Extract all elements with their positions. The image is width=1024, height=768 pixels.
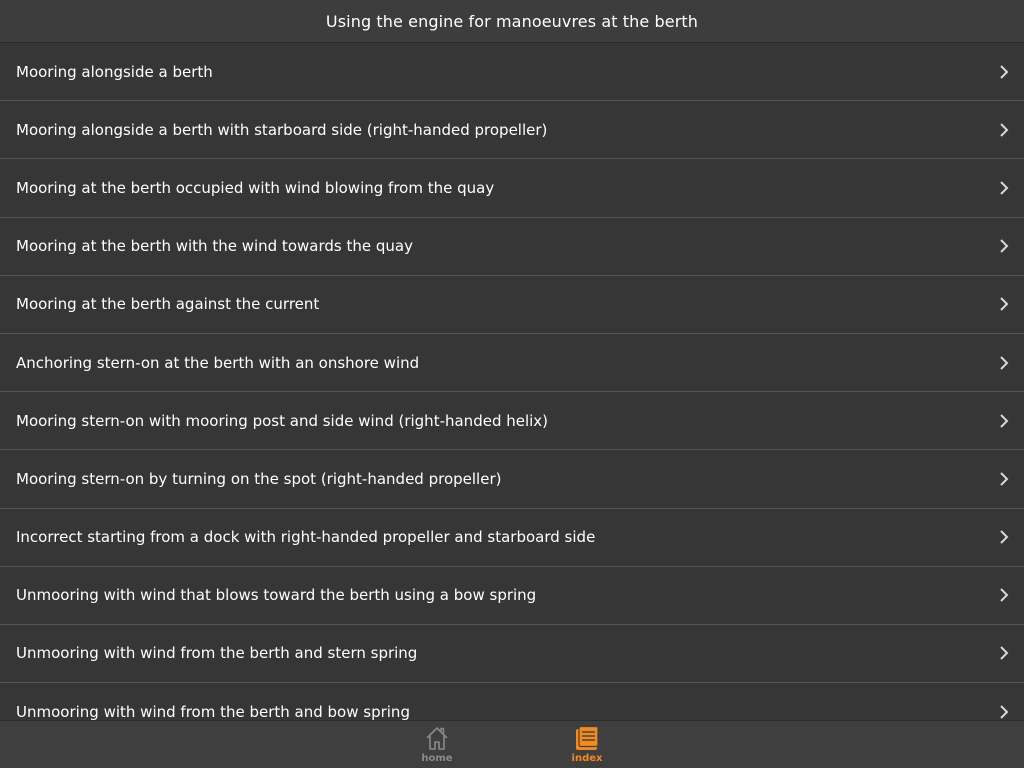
navigation-header: Using the engine for manoeuvres at the b… [0,0,1024,43]
list-item[interactable]: Anchoring stern-on at the berth with an … [0,333,1024,393]
chevron-right-icon [1000,414,1009,428]
chevron-right-icon [1000,64,1009,79]
list-item-label: Anchoring stern-on at the berth with an … [16,353,420,372]
tab-home-label: home [421,753,453,764]
topic-list[interactable]: Mooring alongside a berth Mooring alongs… [0,43,1024,720]
list-item[interactable]: Unmooring with wind from the berth and s… [0,624,1024,684]
chevron-right-icon [1000,588,1009,602]
chevron-right-icon [1000,181,1009,195]
list-item-label: Mooring at the berth against the current [16,295,320,314]
list-item[interactable]: Mooring stern-on by turning on the spot … [0,450,1024,509]
tab-bar: home index [0,720,1024,768]
list-item[interactable]: Incorrect starting from a dock with righ… [0,508,1024,567]
chevron-right-icon [1000,530,1009,544]
list-item-label: Mooring stern-on with mooring post and s… [16,411,549,430]
tab-index-label: index [571,753,603,764]
chevron-right-icon [1000,472,1009,486]
list-item-label: Mooring at the berth with the wind towar… [16,237,413,256]
list-item-label: Mooring alongside a berth [16,62,213,81]
chevron-right-icon [1000,123,1009,137]
app-window: Using the engine for manoeuvres at the b… [0,0,1024,768]
list-item[interactable]: Unmooring with wind that blows toward th… [0,566,1024,625]
list-item-label: Mooring at the berth occupied with wind … [16,178,495,197]
chevron-right-icon [1000,355,1009,370]
list-item-label: Unmooring with wind that blows toward th… [16,586,537,605]
chevron-right-icon [1000,704,1009,719]
list-item-label: Unmooring with wind from the berth and s… [16,644,418,663]
list-item-label: Unmooring with wind from the berth and b… [16,702,410,720]
list-item[interactable]: Mooring alongside a berth with starboard… [0,101,1024,160]
list-item-label: Incorrect starting from a dock with righ… [16,528,596,547]
list-item[interactable]: Mooring at the berth occupied with wind … [0,159,1024,218]
tab-home[interactable]: home [397,721,477,768]
tab-index[interactable]: index [547,721,627,768]
chevron-right-icon [1000,297,1009,312]
index-icon [576,725,599,750]
home-icon [426,727,448,750]
list-item[interactable]: Mooring at the berth against the current [0,275,1024,334]
chevron-right-icon [1000,646,1009,661]
list-item-label: Mooring alongside a berth with starboard… [16,120,548,139]
chevron-right-icon [1000,239,1009,253]
list-item[interactable]: Mooring at the berth with the wind towar… [0,217,1024,276]
list-item[interactable]: Mooring alongside a berth [0,43,1024,102]
list-item[interactable]: Unmooring with wind from the berth and b… [0,683,1024,720]
list-item-label: Mooring stern-on by turning on the spot … [16,469,502,488]
page-title: Using the engine for manoeuvres at the b… [325,11,699,31]
list-item[interactable]: Mooring stern-on with mooring post and s… [0,392,1024,451]
